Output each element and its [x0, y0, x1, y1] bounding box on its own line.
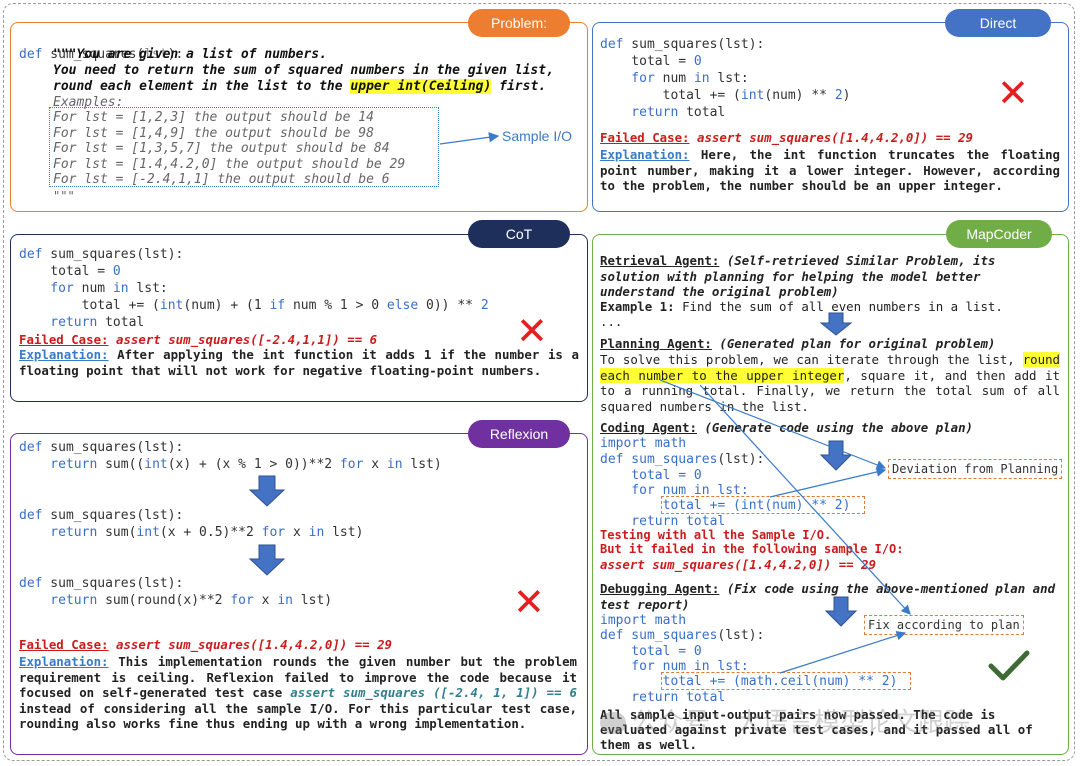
deviation-line-from-plan [659, 379, 887, 470]
mapcoder-down-arrow-1 [819, 312, 853, 336]
fix-line-from-code [779, 630, 907, 674]
mapcoder-down-arrow-3 [824, 596, 858, 627]
sample-io-arrow [439, 132, 500, 145]
reflexion-down-arrow-1 [248, 475, 286, 507]
connector-layer [248, 132, 911, 674]
reflexion-down-arrow-2 [248, 544, 286, 576]
deviation-line-from-code [769, 467, 887, 498]
fix-line-from-plan [699, 384, 911, 615]
